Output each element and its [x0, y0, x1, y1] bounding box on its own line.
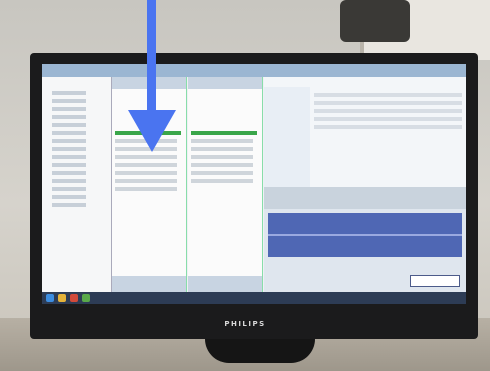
tree-row [52, 115, 86, 119]
tree-row [52, 139, 86, 143]
playlist-row-selected[interactable] [191, 131, 257, 135]
playlist-row[interactable] [115, 187, 177, 191]
playlist-row[interactable] [115, 179, 177, 183]
playlist-row[interactable] [191, 179, 253, 183]
tree-row [52, 123, 86, 127]
playlist-row[interactable] [115, 163, 177, 167]
playlist-row[interactable] [191, 171, 253, 175]
browser-sidebar [264, 87, 310, 187]
audio-editor-window [264, 187, 466, 292]
down-arrow-head [128, 110, 176, 152]
transport-controls[interactable] [112, 276, 186, 292]
app-titlebar [42, 64, 466, 77]
tree-row [52, 179, 86, 183]
pane-header [188, 77, 262, 89]
tree-row [52, 171, 86, 175]
tree-row [52, 187, 86, 191]
playlist-row[interactable] [115, 171, 177, 175]
tree-row [52, 195, 86, 199]
tree-row [52, 99, 86, 103]
playlist-row[interactable] [191, 147, 253, 151]
transport-controls[interactable] [188, 276, 262, 292]
playlist-row[interactable] [191, 163, 253, 167]
camera-device [340, 0, 410, 42]
waveform-track[interactable] [268, 213, 462, 257]
tree-row [52, 155, 86, 159]
playlist-row[interactable] [115, 155, 177, 159]
file-row[interactable] [314, 93, 462, 97]
playlist-row[interactable] [191, 139, 253, 143]
tree-row [52, 203, 86, 207]
file-row[interactable] [314, 101, 462, 105]
monitor-stand [205, 339, 315, 363]
brand-logo: PHILIPS [224, 320, 266, 328]
playlist-pane-right [188, 77, 263, 292]
tree-row [52, 131, 86, 135]
file-row[interactable] [314, 125, 462, 129]
tree-row [52, 107, 86, 111]
monitor-screen [42, 64, 466, 304]
start-icon[interactable] [46, 294, 54, 302]
audio-toolbar[interactable] [264, 187, 466, 209]
waveform-centerline [268, 234, 462, 236]
media-icon[interactable] [70, 294, 78, 302]
tree-row [52, 147, 86, 151]
playlist-row[interactable] [191, 155, 253, 159]
time-display [410, 275, 460, 287]
file-browser-window [264, 77, 466, 187]
tree-row [52, 163, 86, 167]
tree-row [52, 91, 86, 95]
taskbar [42, 292, 466, 304]
folder-icon[interactable] [58, 294, 66, 302]
down-arrow-icon [147, 0, 156, 118]
app-icon[interactable] [82, 294, 90, 302]
file-row[interactable] [314, 109, 462, 113]
file-tree-panel [42, 77, 112, 292]
file-row[interactable] [314, 117, 462, 121]
